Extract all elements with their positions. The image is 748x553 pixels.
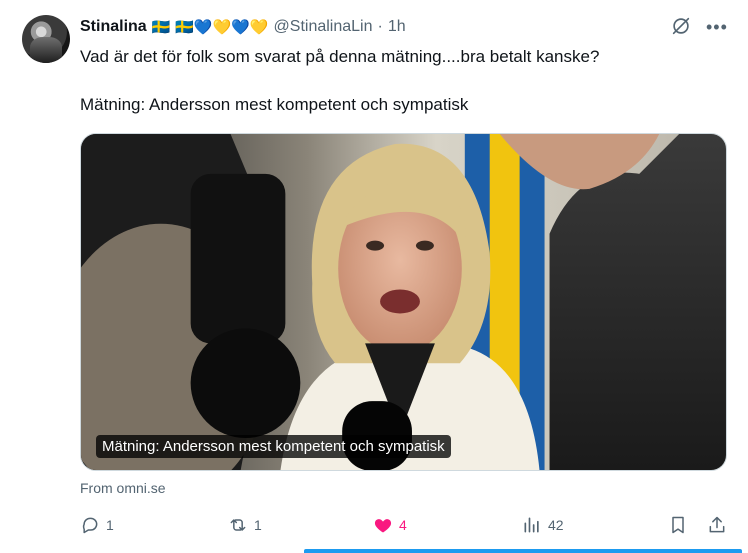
views-count: 42 [548, 517, 564, 533]
reply-count: 1 [106, 517, 114, 533]
tweet-line-1: Vad är det för folk som svarat på denna … [80, 47, 600, 66]
card-source[interactable]: From omni.se [80, 480, 166, 496]
like-icon [374, 519, 392, 533]
timestamp[interactable]: 1h [388, 18, 406, 36]
author-name[interactable]: Stinalina [80, 18, 147, 36]
repost-button[interactable]: 1 [228, 512, 262, 538]
like-button[interactable]: 4 [373, 512, 407, 538]
card-caption: Mätning: Andersson mest kompetent och sy… [96, 435, 451, 458]
views-button[interactable]: 42 [522, 512, 564, 538]
tweet-text: Vad är det för folk som svarat på denna … [80, 45, 730, 117]
card-image [81, 134, 726, 470]
author-handle[interactable]: @StinalinaLin [274, 18, 373, 36]
tweet-header: Stinalina 🇸🇪 🇸🇪💙💛💙💛 @StinalinaLin · 1h [80, 16, 406, 38]
repost-count: 1 [254, 517, 262, 533]
link-card[interactable]: Mätning: Andersson mest kompetent och sy… [80, 133, 727, 471]
bookmark-button[interactable] [668, 512, 688, 538]
avatar[interactable] [22, 15, 70, 63]
tweet-line-2: Mätning: Andersson mest kompetent och sy… [80, 95, 469, 114]
action-bar: 1 1 4 42 [80, 512, 728, 538]
views-icon [524, 517, 539, 533]
reply-icon [82, 517, 98, 534]
repost-icon [230, 519, 246, 531]
grok-icon[interactable] [670, 15, 692, 37]
separator: · [377, 18, 383, 35]
author-badges: 🇸🇪 🇸🇪💙💛💙💛 [151, 18, 269, 36]
share-icon [709, 516, 725, 533]
bookmark-icon [672, 516, 684, 534]
share-button[interactable] [707, 512, 727, 538]
reply-button[interactable]: 1 [80, 512, 114, 538]
more-icon[interactable]: ••• [706, 17, 728, 38]
like-count: 4 [399, 517, 407, 533]
scroll-indicator [304, 549, 742, 553]
